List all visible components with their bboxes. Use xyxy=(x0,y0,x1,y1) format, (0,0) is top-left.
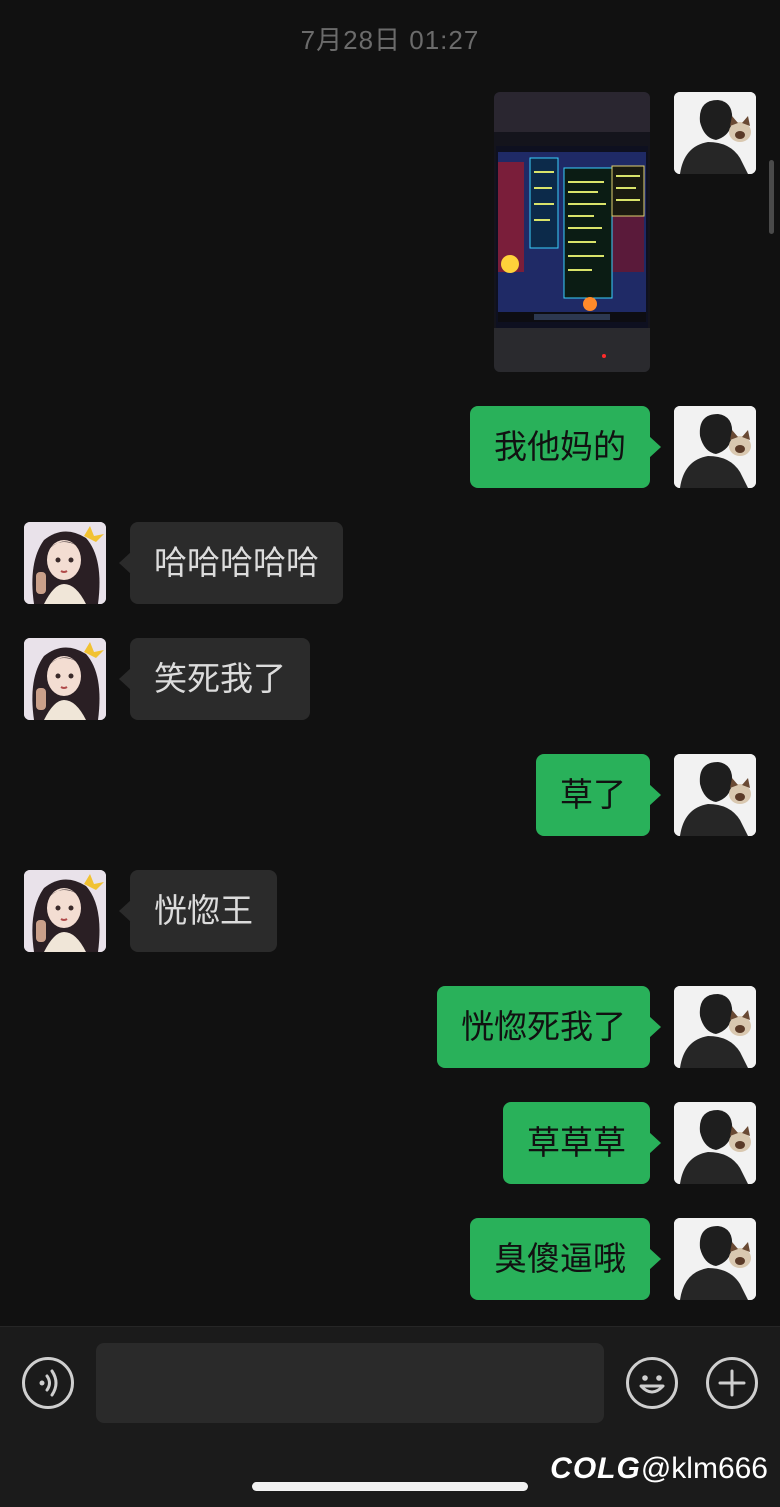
contact-avatar[interactable] xyxy=(24,638,106,720)
message-input[interactable] xyxy=(96,1343,604,1423)
user-avatar[interactable] xyxy=(674,92,756,174)
message-timestamp: 7月28日 01:27 xyxy=(300,25,480,55)
image-message[interactable] xyxy=(494,92,650,372)
watermark: COLG@klm666 xyxy=(550,1452,768,1486)
incoming-message-bubble[interactable]: 哈哈哈哈哈 xyxy=(119,522,343,604)
incoming-message-bubble[interactable]: 笑死我了 xyxy=(119,638,310,720)
emoji-icon[interactable] xyxy=(626,1357,678,1409)
user-avatar[interactable] xyxy=(674,1102,756,1184)
incoming-message-bubble[interactable]: 恍惚王 xyxy=(119,870,277,952)
outgoing-message-bubble[interactable]: 我他妈的 xyxy=(470,406,661,488)
home-indicator[interactable] xyxy=(252,1482,528,1491)
outgoing-message-bubble[interactable]: 草草草 xyxy=(503,1102,661,1184)
outgoing-message-bubble[interactable]: 恍惚死我了 xyxy=(437,986,661,1068)
user-avatar[interactable] xyxy=(674,1218,756,1300)
watermark-handle: @klm666 xyxy=(640,1452,768,1485)
contact-avatar[interactable] xyxy=(24,522,106,604)
voice-icon[interactable] xyxy=(22,1357,74,1409)
user-avatar[interactable] xyxy=(674,986,756,1068)
outgoing-message-bubble[interactable]: 臭傻逼哦 xyxy=(470,1218,661,1300)
plus-icon[interactable] xyxy=(706,1357,758,1409)
user-avatar[interactable] xyxy=(674,406,756,488)
outgoing-message-bubble[interactable]: 草了 xyxy=(536,754,661,836)
scroll-indicator xyxy=(769,160,774,234)
contact-avatar[interactable] xyxy=(24,870,106,952)
user-avatar[interactable] xyxy=(674,754,756,836)
watermark-logo: COLG xyxy=(550,1452,641,1485)
